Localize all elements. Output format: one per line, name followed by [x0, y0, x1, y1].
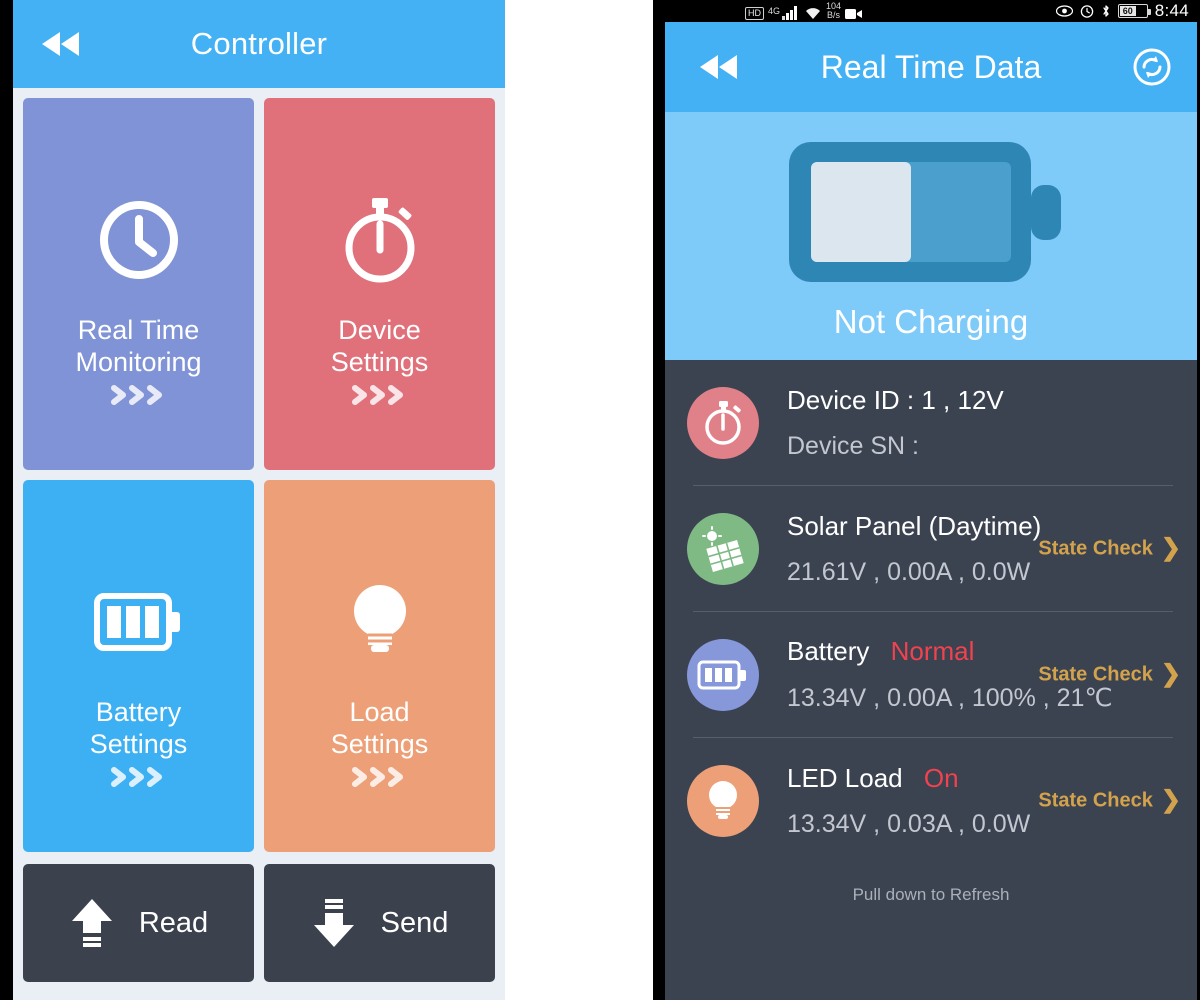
- stopwatch-icon: [687, 386, 759, 459]
- tile-device-settings[interactable]: Device Settings: [264, 98, 495, 470]
- tile-row-bottom: Battery Settings Load Settings: [23, 480, 495, 852]
- tile-load-settings[interactable]: Load Settings: [264, 480, 495, 852]
- back-button[interactable]: [693, 45, 745, 89]
- battery-values: 13.34V , 0.00A , 100% , 21℃: [787, 684, 1113, 712]
- tile-label-line2: Settings: [330, 347, 429, 377]
- android-status-bar: HD 4G 104 B/s 60 8:44: [665, 0, 1197, 22]
- tile-label-line1: Load: [349, 697, 410, 727]
- battery-icon: [93, 576, 185, 668]
- state-check-label: State Check: [1038, 789, 1153, 811]
- chevron-right-triple-icon: [108, 382, 170, 408]
- eye-icon: [1055, 5, 1073, 17]
- battery-half-icon: [789, 142, 1061, 282]
- real-time-data-screen: HD 4G 104 B/s 60 8:44 Real Time Data Not…: [665, 0, 1197, 1000]
- row-solar-panel[interactable]: Solar Panel (Daytime) 21.61V , 0.00A , 0…: [665, 486, 1197, 611]
- video-camera-icon: [845, 9, 863, 19]
- signal-bars-icon: [782, 6, 798, 20]
- tile-grid: Real Time Monitoring Device Settings Bat…: [13, 88, 505, 852]
- refresh-button[interactable]: [1129, 44, 1175, 90]
- tile-label: Battery Settings: [90, 696, 188, 760]
- chevron-right-icon: ❯: [1160, 786, 1181, 814]
- tile-label: Real Time Monitoring: [75, 314, 201, 378]
- clock-icon: [96, 194, 182, 286]
- send-button-label: Send: [380, 906, 449, 939]
- lightbulb-icon: [344, 576, 416, 668]
- chevron-right-triple-icon: [108, 764, 170, 790]
- lightbulb-icon: [687, 764, 759, 837]
- wifi-icon: [806, 8, 821, 19]
- back-button[interactable]: [35, 22, 87, 66]
- battery-status-badge: Normal: [890, 636, 975, 666]
- state-check-link-solar[interactable]: State Check ❯: [1038, 534, 1181, 562]
- battery-percent-label: 60: [1119, 6, 1136, 16]
- state-check-link-led[interactable]: State Check ❯: [1038, 786, 1181, 814]
- battery-hero-panel: Not Charging: [665, 112, 1197, 360]
- battery-title: Battery: [787, 636, 870, 666]
- refresh-sync-icon: [1133, 48, 1171, 86]
- charging-status-caption: Not Charging: [833, 303, 1029, 340]
- status-bar-clock: 8:44: [1154, 1, 1189, 20]
- read-button-label: Read: [138, 906, 209, 939]
- rewind-back-icon: [42, 32, 79, 56]
- network-type-label: 4G: [768, 6, 781, 16]
- led-load-values: 13.34V , 0.03A , 0.0W: [787, 809, 1031, 838]
- data-rate-unit: B/s: [827, 10, 841, 20]
- state-check-label: State Check: [1038, 537, 1153, 559]
- tile-real-time-monitoring[interactable]: Real Time Monitoring: [23, 98, 254, 470]
- tile-row-top: Real Time Monitoring Device Settings: [23, 98, 495, 470]
- pull-down-refresh-hint: Pull down to Refresh: [852, 885, 1010, 904]
- solar-panel-values: 21.61V , 0.00A , 0.0W: [787, 557, 1031, 586]
- chevron-right-icon: ❯: [1160, 534, 1181, 562]
- row-led-load[interactable]: LED Load On 13.34V , 0.03A , 0.0W State …: [665, 738, 1197, 863]
- real-time-data-appbar: Real Time Data: [665, 22, 1197, 112]
- chevron-right-triple-icon: [349, 382, 411, 408]
- upload-arrow-icon: [71, 899, 112, 947]
- tile-battery-settings[interactable]: Battery Settings: [23, 480, 254, 852]
- tile-label: Load Settings: [331, 696, 429, 760]
- tile-label-line2: Settings: [89, 729, 188, 759]
- download-arrow-icon: [313, 899, 354, 947]
- tile-label: Device Settings: [331, 314, 429, 378]
- row-text-block: Device ID : 1 , 12V Device SN :: [787, 385, 1183, 461]
- solar-panel-icon: [687, 512, 759, 585]
- tile-label-line1: Real Time: [77, 315, 200, 345]
- bluetooth-icon: [1103, 5, 1109, 17]
- alarm-clock-icon: [1080, 5, 1093, 18]
- tile-label-line2: Settings: [330, 729, 429, 759]
- tile-label-line1: Device: [338, 315, 421, 345]
- controller-screen: Controller Real Time Monitoring Device S…: [13, 0, 505, 1000]
- status-bar-right-icons: 60 8:44: [1055, 1, 1189, 21]
- led-load-status-badge: On: [923, 762, 959, 793]
- led-load-title: LED Load: [787, 762, 903, 793]
- action-button-row: Read Send: [13, 852, 505, 994]
- left-phone-frame: Controller Real Time Monitoring Device S…: [0, 0, 505, 1000]
- controller-appbar: Controller: [13, 0, 505, 88]
- device-id-line: Device ID : 1 , 12V: [787, 384, 1004, 415]
- battery-icon: [687, 638, 759, 711]
- stopwatch-icon: [337, 194, 423, 286]
- row-device-id[interactable]: Device ID : 1 , 12V Device SN :: [665, 360, 1197, 485]
- state-check-label: State Check: [1038, 663, 1153, 685]
- row-battery[interactable]: Battery Normal 13.34V , 0.00A , 100% , 2…: [665, 612, 1197, 737]
- device-sn-line: Device SN :: [787, 431, 919, 460]
- read-button[interactable]: Read: [23, 864, 254, 982]
- hd-badge: HD: [745, 7, 764, 20]
- tile-label-line1: Battery: [95, 697, 182, 727]
- battery-status-icon: 60: [1117, 4, 1151, 18]
- screenshot-root: Controller Real Time Monitoring Device S…: [0, 0, 1200, 1000]
- right-phone-frame: HD 4G 104 B/s 60 8:44 Real Time Data Not…: [653, 0, 1200, 1000]
- rewind-back-icon: [700, 55, 737, 79]
- status-row-list: Device ID : 1 , 12V Device SN : Solar Pa…: [665, 360, 1197, 905]
- chevron-right-triple-icon: [349, 764, 411, 790]
- chevron-right-icon: ❯: [1160, 660, 1181, 688]
- state-check-link-battery[interactable]: State Check ❯: [1038, 660, 1181, 688]
- send-button[interactable]: Send: [264, 864, 495, 982]
- tile-label-line2: Monitoring: [75, 347, 202, 377]
- status-bar-left-icons: HD 4G 104 B/s: [745, 2, 863, 20]
